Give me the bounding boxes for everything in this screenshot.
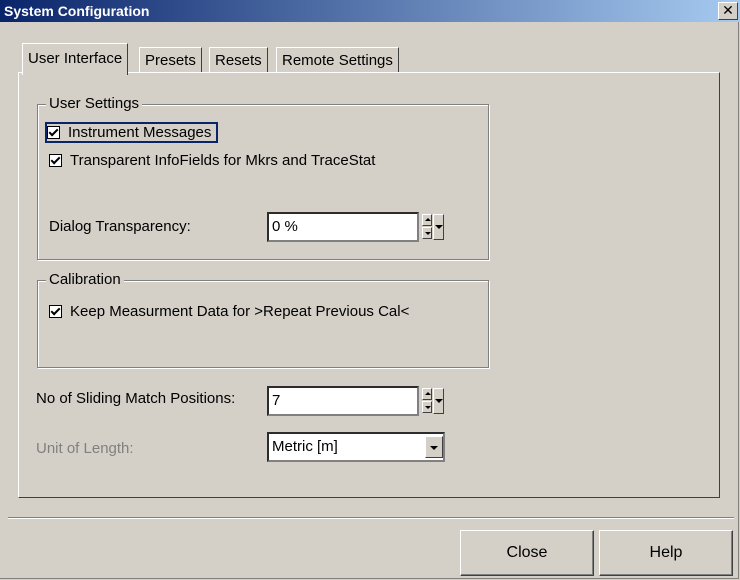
- spin-down-icon[interactable]: [422, 401, 432, 413]
- tab-resets[interactable]: Resets: [209, 47, 268, 73]
- unit-of-length-label: Unit of Length:: [36, 440, 134, 457]
- sliding-match-spinner[interactable]: [422, 388, 444, 414]
- dropdown-arrow-icon[interactable]: [433, 214, 444, 240]
- tab-user-interface[interactable]: User Interface: [22, 43, 129, 75]
- transparent-infofields-label: Transparent InfoFields for Mkrs and Trac…: [70, 152, 376, 169]
- tab-remote-settings[interactable]: Remote Settings: [276, 47, 399, 73]
- unit-of-length-select[interactable]: Metric [m]: [267, 432, 445, 462]
- spin-up-icon[interactable]: [422, 388, 432, 400]
- calibration-group-label: Calibration: [46, 271, 124, 288]
- transparent-infofields-checkbox[interactable]: Transparent InfoFields for Mkrs and Trac…: [49, 152, 375, 169]
- transparent-infofields-checkmark[interactable]: [49, 154, 62, 167]
- instrument-messages-checkbox[interactable]: Instrument Messages: [44, 122, 219, 143]
- keep-measurement-checkmark[interactable]: [49, 305, 62, 318]
- user-settings-group-label: User Settings: [46, 95, 143, 112]
- divider: [8, 517, 734, 518]
- dialog-transparency-input[interactable]: 0 %: [267, 212, 419, 242]
- window-title: System Configuration: [4, 3, 150, 19]
- instrument-messages-label: Instrument Messages: [68, 124, 212, 141]
- spin-down-icon[interactable]: [422, 227, 432, 239]
- close-button[interactable]: Close: [460, 530, 594, 576]
- close-window-button[interactable]: ✕: [718, 2, 738, 20]
- title-bar: System Configuration ✕: [0, 0, 740, 22]
- tab-presets[interactable]: Presets: [139, 47, 202, 73]
- chevron-down-icon[interactable]: [425, 436, 443, 458]
- keep-measurement-checkbox[interactable]: Keep Measurment Data for >Repeat Previou…: [49, 303, 409, 320]
- keep-measurement-label: Keep Measurment Data for >Repeat Previou…: [70, 303, 410, 320]
- sliding-match-label: No of Sliding Match Positions:: [36, 390, 236, 407]
- help-button[interactable]: Help: [599, 530, 733, 576]
- dropdown-arrow-icon[interactable]: [433, 388, 444, 414]
- instrument-messages-checkmark[interactable]: [47, 126, 60, 139]
- dialog-transparency-label: Dialog Transparency:: [49, 218, 191, 235]
- calibration-group: Calibration: [37, 271, 489, 368]
- sliding-match-input[interactable]: 7: [267, 386, 419, 416]
- spin-up-icon[interactable]: [422, 214, 432, 226]
- dialog-transparency-spinner[interactable]: [422, 214, 444, 240]
